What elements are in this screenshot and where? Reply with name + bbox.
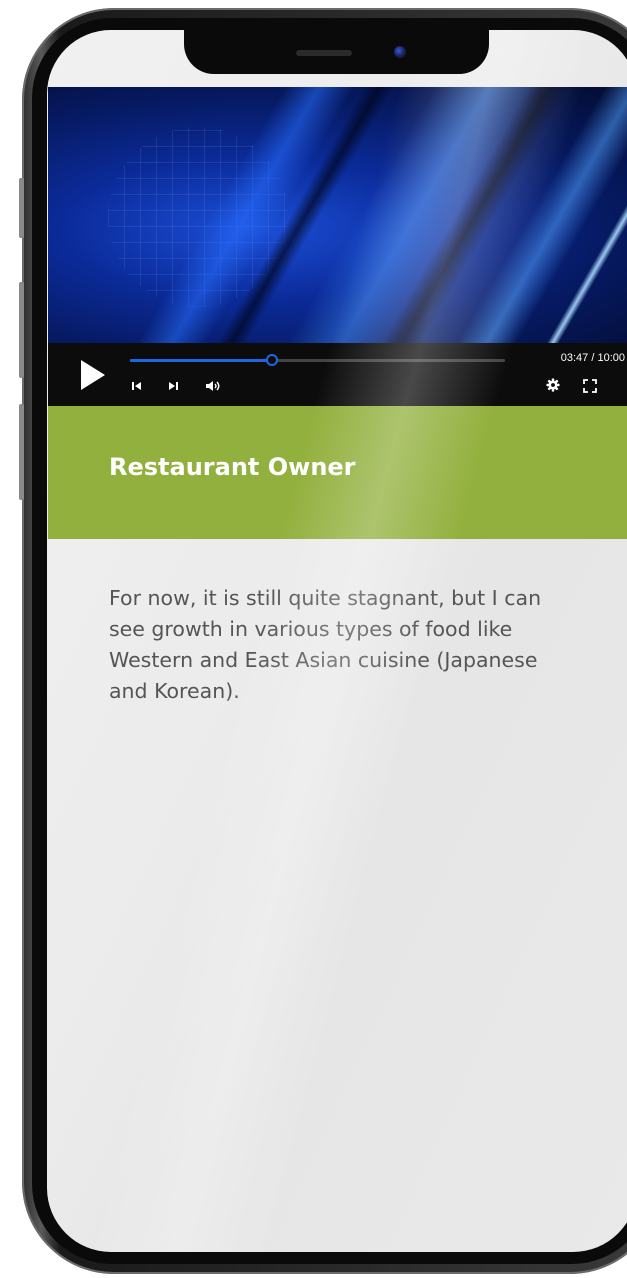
time-display: 03:47 / 10:00 bbox=[560, 352, 625, 364]
phone-side-button-volume-up bbox=[19, 282, 24, 378]
progress-bar-fill bbox=[130, 359, 272, 362]
video-controls: 03:47 / 10:00 bbox=[48, 343, 627, 406]
front-camera bbox=[394, 46, 406, 58]
title-band: Restaurant Owner bbox=[48, 406, 627, 539]
progress-bar[interactable] bbox=[130, 354, 505, 366]
settings-icon[interactable] bbox=[545, 378, 561, 392]
video-frame[interactable] bbox=[48, 87, 627, 345]
progress-scrubber-handle[interactable] bbox=[265, 354, 278, 366]
quote-text: For now, it is still quite stagnant, but… bbox=[109, 586, 542, 703]
phone-side-button-silent bbox=[19, 178, 24, 238]
phone-notch bbox=[184, 30, 489, 74]
speaker-title: Restaurant Owner bbox=[109, 453, 356, 481]
fullscreen-icon[interactable] bbox=[583, 379, 597, 393]
phone-screen: 03:47 / 10:00 Restaurant Owner For now, … bbox=[47, 30, 627, 1252]
skip-forward-icon[interactable] bbox=[167, 379, 179, 393]
play-icon[interactable] bbox=[81, 360, 105, 390]
volume-icon[interactable] bbox=[205, 379, 221, 393]
skip-back-icon[interactable] bbox=[131, 379, 143, 393]
phone-side-button-volume-down bbox=[19, 404, 24, 500]
earpiece-speaker bbox=[296, 50, 352, 56]
stage: 03:47 / 10:00 Restaurant Owner For now, … bbox=[0, 0, 627, 1278]
